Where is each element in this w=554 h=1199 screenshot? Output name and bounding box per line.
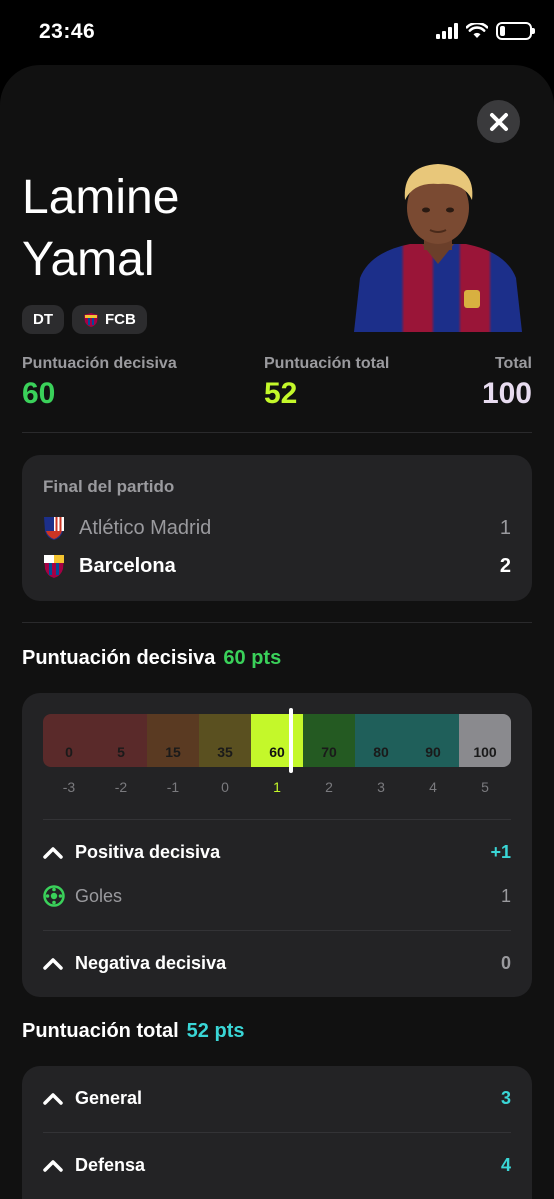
total-score: Puntuación total 52 [264, 355, 389, 411]
scale-point-label: -1 [166, 779, 180, 795]
scale-segment: 0 [43, 714, 95, 767]
close-icon [489, 112, 508, 131]
scale-segment: 5 [95, 714, 147, 767]
overall-score-label: Total [494, 355, 532, 372]
player-photo [354, 164, 522, 332]
player-last-name: Yamal [22, 233, 155, 286]
general-value: 3 [500, 1088, 511, 1108]
total-section-label: Puntuación total [22, 1020, 179, 1042]
divider [43, 819, 511, 820]
status-time: 23:46 [39, 20, 96, 43]
club-label: FCB [105, 311, 136, 328]
ball-icon [43, 885, 65, 907]
general-row[interactable]: General 3 [43, 1088, 511, 1109]
scale-point-label: 4 [429, 779, 437, 795]
chevron-up-icon [43, 1159, 63, 1172]
scale-segment: 15 [147, 714, 199, 767]
scale-point-label: -3 [62, 779, 76, 795]
chevron-up-icon [43, 846, 63, 859]
positive-decisive-row[interactable]: Positiva decisiva +1 [43, 842, 511, 863]
away-team-name: Barcelona [79, 554, 176, 577]
divider [43, 1132, 511, 1133]
overall-score: Total 100 [482, 355, 532, 411]
scale-point-label: 1 [273, 779, 281, 795]
decisive-card: 0 5 15 35 60 70 80 90 100 -3 -2 -1 0 1 2 3 4 5 Positiva … [22, 693, 532, 997]
scale-point-label: 0 [221, 779, 229, 795]
home-team-row: Atlético Madrid 1 [43, 515, 511, 541]
scale-marker [289, 708, 293, 773]
negative-decisive-row[interactable]: Negativa decisiva 0 [43, 953, 511, 974]
divider [22, 622, 532, 623]
club-tag: FCB [72, 305, 147, 334]
decisive-score-value: 60 [22, 377, 56, 410]
divider [43, 930, 511, 931]
goals-value: 1 [500, 885, 511, 906]
player-tags: DT FCB [22, 305, 147, 334]
positive-decisive-label: Positiva decisiva [75, 842, 221, 862]
scale-point-label: 5 [481, 779, 489, 795]
total-score-value: 52 [264, 377, 298, 410]
club-crest-icon [84, 312, 98, 327]
scale-segment: 100 [459, 714, 511, 767]
decisive-section-label: Puntuación decisiva [22, 647, 216, 669]
battery-icon [496, 22, 535, 40]
away-team-row: Barcelona 2 [43, 553, 511, 579]
scale-segment: 60 [251, 714, 303, 767]
home-team-name: Atlético Madrid [79, 516, 212, 539]
negative-decisive-value: 0 [500, 953, 511, 973]
position-label: DT [33, 311, 53, 328]
away-team-score: 2 [499, 554, 511, 577]
scale-segment: 70 [303, 714, 355, 767]
decisive-score-label: Puntuación decisiva [22, 355, 177, 372]
total-score-label: Puntuación total [264, 355, 390, 372]
positive-decisive-value: +1 [490, 842, 511, 862]
defense-label: Defensa [75, 1155, 146, 1175]
decisive-section-pts: 60 pts [223, 647, 282, 669]
scale-points: -3 -2 -1 0 1 2 3 4 5 [43, 779, 511, 795]
defense-value: 4 [500, 1155, 511, 1175]
match-title: Final del partido [43, 477, 175, 496]
goals-row: Goles 1 [43, 885, 511, 907]
scale-point-label: 2 [325, 779, 333, 795]
close-button[interactable] [477, 100, 520, 143]
scale-point-label: -2 [114, 779, 128, 795]
player-sheet: Lamine Yamal DT FCB Puntuación decisiva … [0, 65, 554, 1199]
scale-segment: 80 [355, 714, 407, 767]
status-bar: 23:46 [0, 0, 554, 66]
total-section-title: Puntuación total 52 pts [22, 1020, 244, 1043]
total-section-pts: 52 pts [186, 1020, 245, 1042]
decisive-scale: 0 5 15 35 60 70 80 90 100 [43, 714, 511, 767]
scale-point-label: 3 [377, 779, 385, 795]
scale-segment: 35 [199, 714, 251, 767]
status-icons [436, 22, 535, 40]
player-name: Lamine Yamal [22, 167, 322, 291]
negative-decisive-label: Negativa decisiva [75, 953, 227, 973]
divider [22, 432, 532, 433]
chevron-up-icon [43, 957, 63, 970]
barcelona-crest-icon [44, 555, 64, 578]
player-first-name: Lamine [22, 171, 180, 224]
atletico-crest-icon [44, 517, 64, 540]
defense-row[interactable]: Defensa 4 [43, 1155, 511, 1176]
scale-segment: 90 [407, 714, 459, 767]
goals-label: Goles [75, 885, 123, 906]
wifi-icon [466, 23, 488, 38]
position-tag: DT [22, 305, 64, 334]
general-label: General [75, 1088, 143, 1108]
signal-icon [436, 23, 458, 39]
match-card[interactable]: Final del partido Atlético Madrid 1 Barc… [22, 455, 532, 601]
home-team-score: 1 [499, 516, 511, 539]
overall-score-value: 100 [481, 377, 532, 410]
decisive-score: Puntuación decisiva 60 [22, 355, 177, 411]
chevron-up-icon [43, 1092, 63, 1105]
decisive-section-title: Puntuación decisiva 60 pts [22, 647, 281, 670]
total-card: General 3 Defensa 4 [22, 1066, 532, 1199]
